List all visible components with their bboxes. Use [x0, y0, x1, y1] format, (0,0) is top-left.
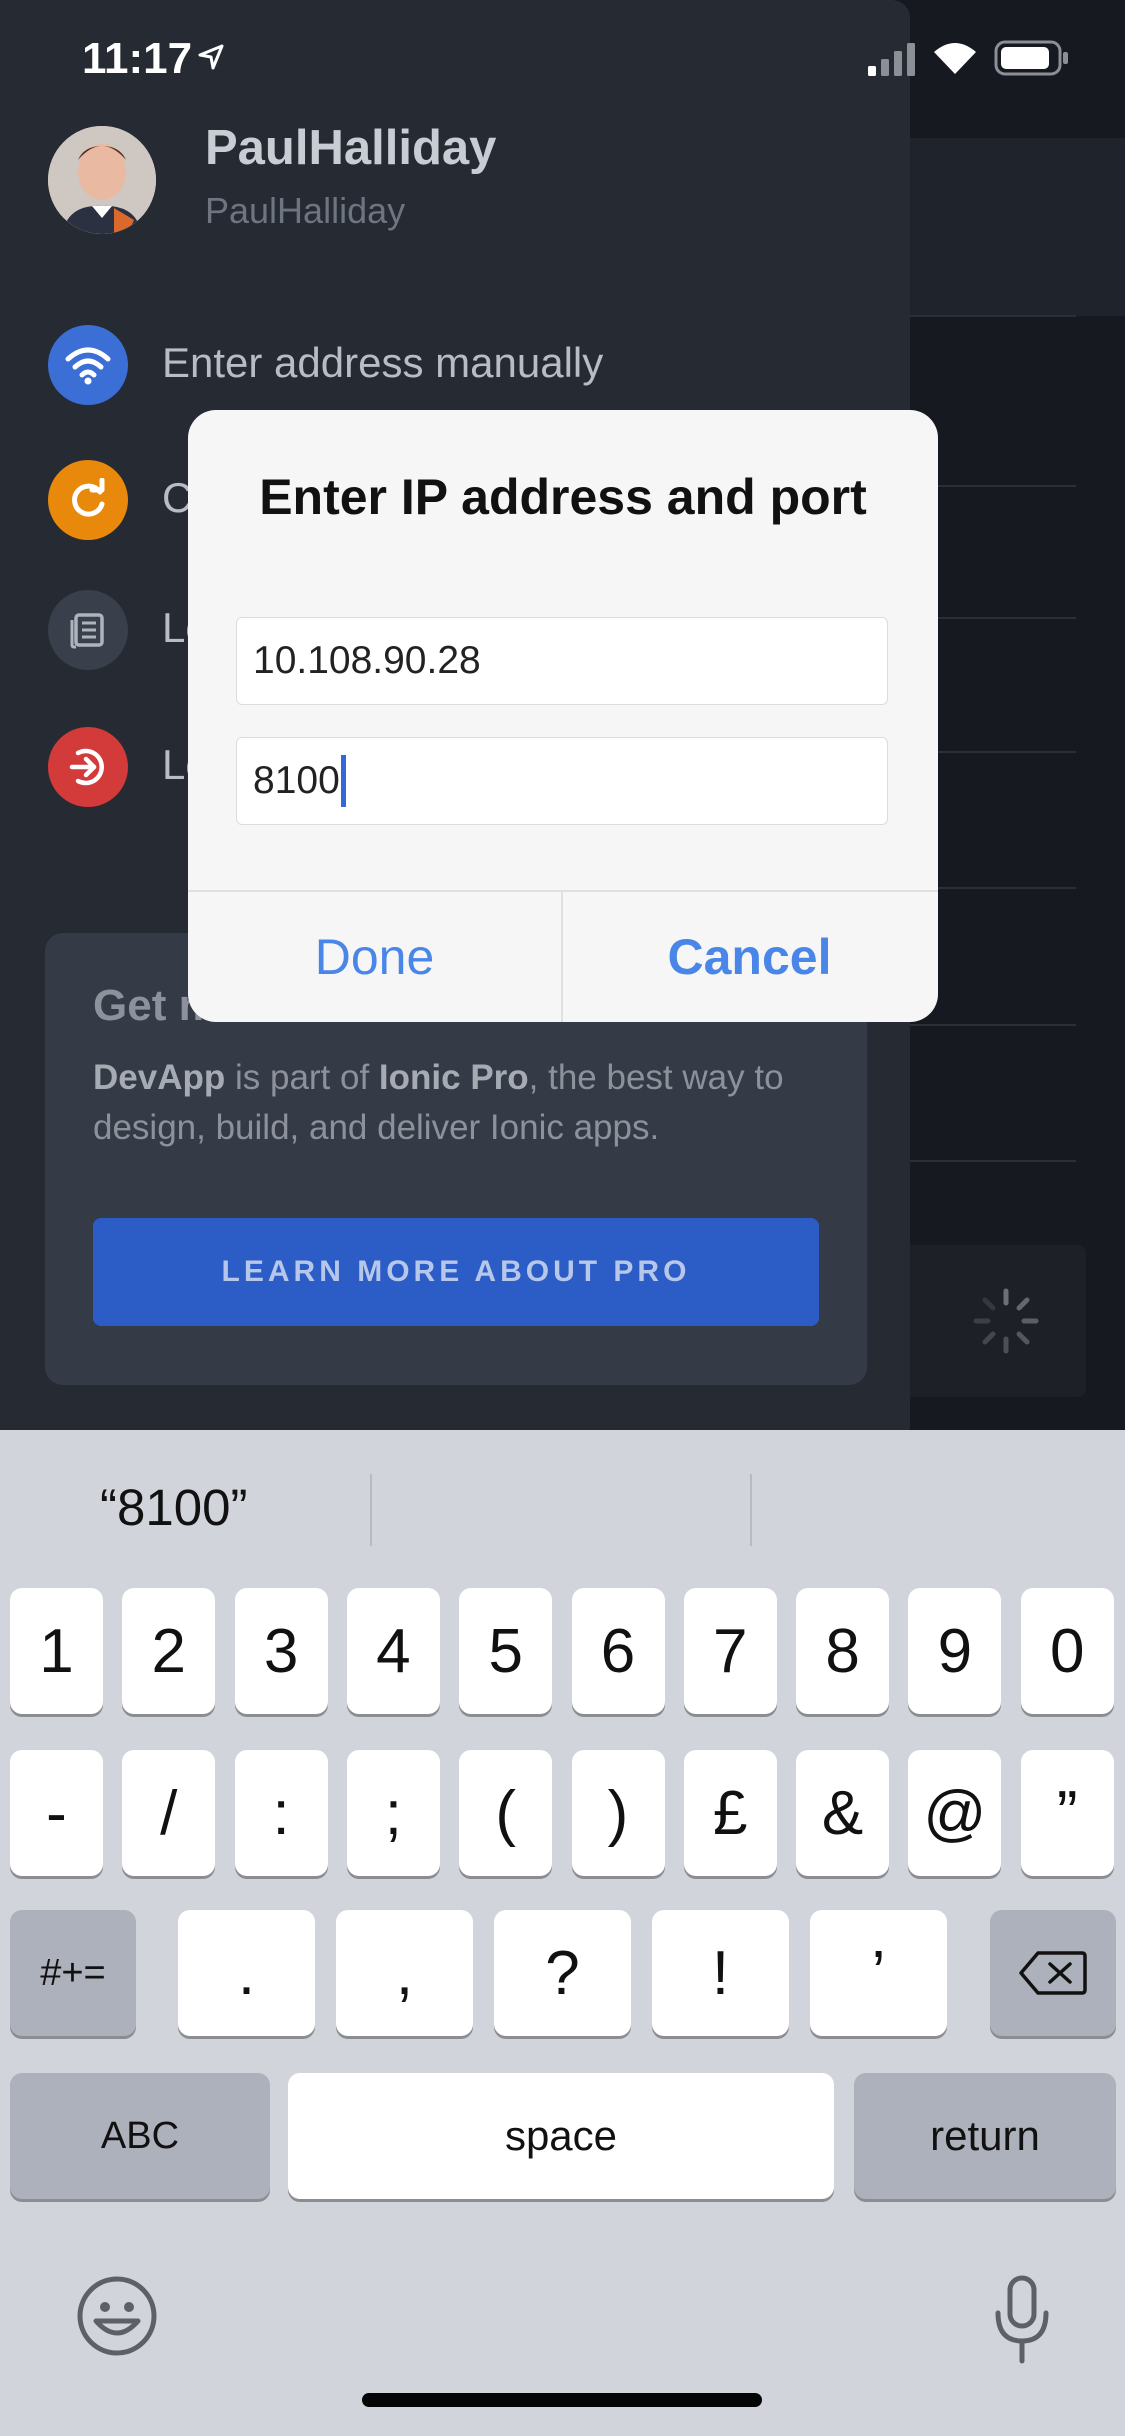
learn-more-pro-button[interactable]: LEARN MORE ABOUT PRO — [93, 1218, 819, 1326]
promo-body-bold: DevApp — [93, 1058, 226, 1097]
menu-item-label: Enter address manually — [162, 339, 604, 386]
background-divider — [910, 1160, 1076, 1162]
menu-item-enter-address[interactable]: Enter address manually — [48, 325, 888, 405]
emoji-icon[interactable] — [74, 2273, 160, 2359]
key[interactable]: 5 — [459, 1588, 553, 1714]
background-divider — [910, 1024, 1076, 1026]
key[interactable]: @ — [908, 1750, 1002, 1876]
suggestion-divider — [750, 1474, 752, 1546]
key[interactable]: 3 — [234, 1588, 328, 1714]
space-key[interactable]: space — [288, 2073, 834, 2199]
key[interactable]: ? — [494, 1910, 631, 2036]
ip-address-dialog: Enter IP address and port 10.108.90.28 8… — [188, 410, 938, 1022]
logout-icon — [48, 727, 128, 807]
home-indicator — [362, 2393, 762, 2407]
promo-body-bold: Ionic Pro — [378, 1058, 529, 1097]
background-header-band — [910, 138, 1125, 316]
key[interactable]: 2 — [122, 1588, 216, 1714]
key[interactable]: 4 — [346, 1588, 440, 1714]
cellular-signal-icon — [868, 43, 915, 76]
ip-address-input[interactable]: 10.108.90.28 — [236, 617, 888, 705]
user-handle: PaulHalliday — [205, 190, 406, 231]
abc-key[interactable]: ABC — [10, 2073, 270, 2199]
key[interactable]: . — [178, 1910, 315, 2036]
key[interactable]: 0 — [1020, 1588, 1114, 1714]
cancel-button[interactable]: Cancel — [563, 892, 936, 1022]
key[interactable]: ! — [652, 1910, 789, 2036]
key[interactable]: ; — [346, 1750, 440, 1876]
key[interactable]: & — [796, 1750, 890, 1876]
wifi-status-icon — [934, 43, 976, 74]
key[interactable]: 1 — [10, 1588, 103, 1714]
key[interactable]: £ — [683, 1750, 777, 1876]
document-icon — [48, 590, 128, 670]
promo-body: DevApp is part of Ionic Pro, the best wa… — [93, 1053, 823, 1153]
screen: 11:17 PaulHalliday PaulHalliday Enter ad… — [0, 0, 1125, 2436]
done-button[interactable]: Done — [188, 892, 561, 1022]
keyboard: “8100” 1234567890 - /:;() £ & @” .,?!’ #+= A… — [0, 1430, 1125, 2436]
refresh-icon — [48, 460, 128, 540]
key[interactable]: 8 — [796, 1588, 890, 1714]
ip-address-value: 10.108.90.28 — [253, 639, 481, 682]
backspace-icon — [1019, 1951, 1087, 1995]
location-arrow-icon — [198, 44, 224, 70]
key[interactable]: ” — [1020, 1750, 1114, 1876]
promo-body-text: is part of — [225, 1058, 379, 1097]
port-value: 8100 — [253, 759, 340, 802]
wifi-icon — [48, 325, 128, 405]
status-time: 11:17 — [82, 34, 193, 83]
key[interactable]: 6 — [571, 1588, 665, 1714]
key[interactable]: / — [122, 1750, 216, 1876]
suggestion-item[interactable]: “8100” — [100, 1478, 247, 1537]
user-name: PaulHalliday — [205, 121, 497, 175]
avatar-image — [48, 126, 156, 234]
key[interactable]: 7 — [683, 1588, 777, 1714]
suggestion-divider — [370, 1474, 372, 1546]
text-caret — [340, 755, 346, 807]
background-card — [910, 1245, 1086, 1397]
loading-spinner-icon — [973, 1288, 1039, 1354]
microphone-icon[interactable] — [992, 2275, 1052, 2367]
key[interactable]: , — [336, 1910, 473, 2036]
delete-key[interactable] — [990, 1910, 1116, 2036]
avatar[interactable] — [48, 126, 156, 234]
dialog-title: Enter IP address and port — [259, 469, 867, 525]
battery-icon — [994, 40, 1068, 76]
key[interactable]: - — [10, 1750, 103, 1876]
key[interactable]: 9 — [908, 1588, 1002, 1714]
port-input[interactable]: 8100 — [236, 737, 888, 825]
key[interactable]: ) — [571, 1750, 665, 1876]
background-divider — [910, 315, 1076, 317]
key[interactable]: ’ — [810, 1910, 947, 2036]
return-key[interactable]: return — [854, 2073, 1116, 2199]
key[interactable]: ( — [459, 1750, 553, 1876]
symbols-key[interactable]: #+= — [10, 1910, 136, 2036]
key[interactable]: : — [234, 1750, 328, 1876]
